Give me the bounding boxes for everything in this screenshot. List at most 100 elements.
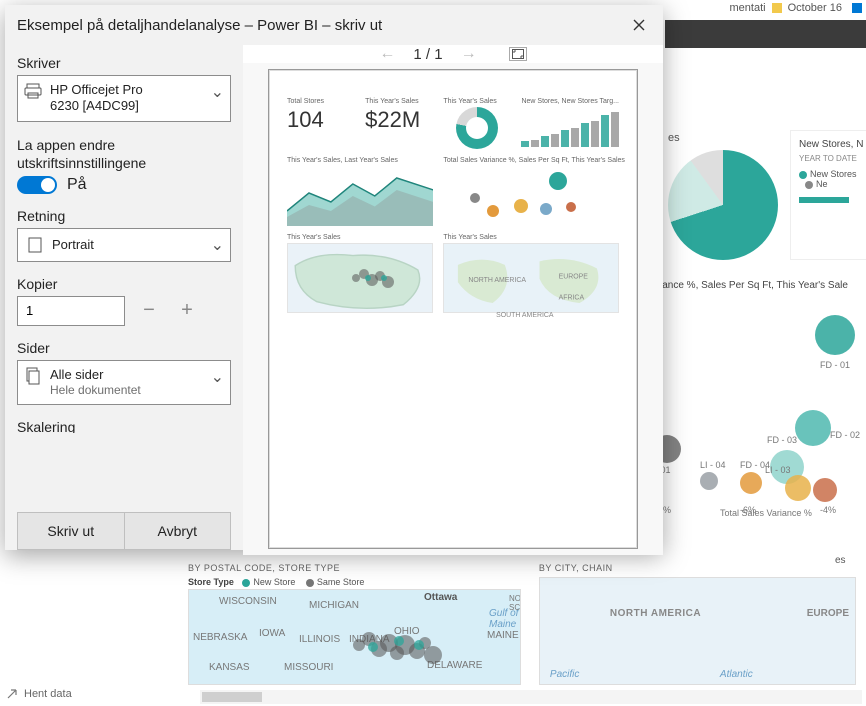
- prev-page-button[interactable]: ←: [379, 45, 395, 63]
- map-label: ILLINOIS: [299, 634, 340, 645]
- card-new-stores-subtitle: YEAR TO DATE: [799, 154, 866, 163]
- tile-area: This Year's Sales, Last Year's Sales: [287, 157, 433, 226]
- legend-item: New Store: [253, 577, 295, 587]
- fullscreen-button[interactable]: [509, 47, 527, 61]
- preview-stage[interactable]: Total Stores 104 This Year's Sales $22M …: [243, 63, 663, 555]
- tile-map-left: This Year's Sales: [287, 234, 433, 313]
- tile-new-stores-target: New Stores, New Stores Targ...: [521, 98, 619, 149]
- horizontal-scrollbar[interactable]: [200, 690, 862, 704]
- printer-name-1: HP Officejet Pro: [50, 82, 203, 98]
- tile-title: This Year's Sales: [365, 98, 433, 105]
- section-pages: Sider Alle sider Hele dokumentet ⌄: [17, 340, 231, 405]
- map-city-chain[interactable]: NORTH AMERICA EUROPE Pacific Atlantic: [539, 577, 856, 685]
- svg-text:EUROPE: EUROPE: [559, 274, 589, 281]
- fullscreen-icon: [512, 49, 524, 59]
- pages-value-2: Hele dokumentet: [50, 383, 203, 398]
- print-button[interactable]: Skriv ut: [17, 512, 125, 550]
- tile-total-stores: Total Stores 104: [287, 98, 355, 149]
- bubble-label: LI - 03: [765, 465, 791, 475]
- mini-scatter: [443, 166, 619, 226]
- section-scaling-cutoff: Skalering: [17, 419, 231, 433]
- report-bottom-row: es BY POSTAL CODE, STORE TYPE Store Type…: [170, 555, 866, 685]
- pages-value-1: Alle sider: [50, 367, 203, 383]
- donut-icon: [456, 107, 498, 149]
- legend-dot-icon: [306, 579, 314, 587]
- pages-label: Sider: [17, 340, 231, 356]
- mini-map-world: NORTH AMERICA SOUTH AMERICA EUROPE AFRIC…: [443, 243, 619, 313]
- bubble-li03: [785, 475, 811, 501]
- tile-title: This Year's Sales, Last Year's Sales: [287, 157, 433, 164]
- card-new-stores[interactable]: New Stores, N YEAR TO DATE New Stores Ne: [790, 130, 866, 260]
- tile-title: Total Stores: [287, 98, 355, 105]
- printer-label: Skriver: [17, 55, 231, 71]
- legend-dot-icon: [799, 171, 807, 179]
- printer-select[interactable]: HP Officejet Pro 6230 [A4DC99] ⌄: [17, 75, 231, 122]
- dialog-button-row: Skriv ut Avbryt: [17, 512, 231, 550]
- bubble-fd01: [815, 315, 855, 355]
- card-es-fragment-label: es: [668, 132, 680, 144]
- map-label: MAINE: [487, 630, 519, 641]
- let-app-toggle[interactable]: [17, 176, 57, 194]
- tile-title: Total Sales Variance %, Sales Per Sq Ft,…: [443, 157, 619, 164]
- bubble-chart[interactable]: FD - 01 FD - 02 FD - 03 FD - 04 LI - 01 …: [645, 310, 865, 520]
- map-label: Pacific: [550, 669, 579, 680]
- mini-area-chart: [287, 166, 433, 226]
- let-app-label-2: utskriftsinnstillingene: [17, 154, 231, 172]
- orientation-select[interactable]: Portrait ⌄: [17, 228, 231, 262]
- dialog-titlebar: Eksempel på detaljhandelanalyse – Power …: [5, 5, 663, 45]
- legend-dot-icon: [242, 579, 250, 587]
- bubble-title-fragment: iance %, Sales Per Sq Ft, This Year's Sa…: [660, 280, 848, 291]
- page-portrait-icon: [26, 237, 44, 253]
- tile-title: New Stores, New Stores Targ...: [521, 98, 619, 105]
- preview-toolbar: ← 1 / 1 →: [243, 45, 663, 63]
- map-label: NEBRASKA: [193, 632, 247, 643]
- pages-select[interactable]: Alle sider Hele dokumentet ⌄: [17, 360, 231, 405]
- tile-this-years-sales: This Year's Sales $22M: [365, 98, 433, 149]
- copies-label: Kopier: [17, 276, 231, 292]
- close-icon: [633, 19, 645, 31]
- section-orientation: Retning Portrait ⌄: [17, 208, 231, 262]
- kpi-value: $22M: [365, 107, 433, 133]
- map-postal-code[interactable]: WISCONSIN MICHIGAN NEBRASKA IOWA ILLINOI…: [188, 589, 521, 685]
- svg-text:SOUTH AMERICA: SOUTH AMERICA: [496, 312, 554, 319]
- chevron-down-icon: ⌄: [211, 82, 224, 102]
- x-tick: -4%: [820, 505, 836, 515]
- pages-icon: [24, 367, 42, 385]
- bubble-label: LI - 04: [700, 460, 726, 470]
- map-label: Ottawa: [424, 592, 457, 603]
- pie-es-fragment: [668, 150, 778, 260]
- close-button[interactable]: [623, 9, 655, 41]
- ribbon-fragment: [665, 20, 866, 48]
- get-data-link[interactable]: Hent data: [6, 688, 72, 700]
- favicon-weather-icon: [772, 3, 782, 13]
- orientation-label: Retning: [17, 208, 231, 224]
- bar-new-stores: [799, 197, 849, 203]
- print-settings-panel: Skriver HP Officejet Pro 6230 [A4DC99] ⌄…: [5, 45, 243, 550]
- svg-text:AFRICA: AFRICA: [559, 295, 585, 302]
- bubble-extra: [813, 478, 837, 502]
- copies-decrement[interactable]: −: [135, 297, 163, 325]
- mini-map-us: [287, 243, 433, 313]
- card-new-stores-legend: New Stores Ne: [799, 169, 866, 189]
- copies-input[interactable]: [17, 296, 125, 326]
- legend-ne: Ne: [816, 179, 828, 189]
- external-link-icon: [6, 688, 18, 700]
- map-label: NORTH AMERICA: [610, 608, 701, 619]
- next-page-button[interactable]: →: [461, 45, 477, 63]
- copies-increment[interactable]: +: [173, 297, 201, 325]
- bubble-fd02: [795, 410, 831, 446]
- bubble-label: FD - 03: [767, 435, 797, 445]
- bubble-fd04: [740, 472, 762, 494]
- tab-fragment-left: mentati: [730, 2, 766, 14]
- bottom-es-fragment: es: [835, 555, 846, 566]
- section-printer: Skriver HP Officejet Pro 6230 [A4DC99] ⌄: [17, 55, 231, 122]
- scrollbar-thumb[interactable]: [202, 692, 262, 702]
- tile-title: This Year's Sales: [443, 234, 619, 241]
- cancel-button[interactable]: Avbryt: [125, 512, 232, 550]
- map-label: Atlantic: [720, 669, 753, 680]
- map-label: KANSAS: [209, 662, 250, 673]
- bubble-li04: [700, 472, 718, 490]
- map-label: IOWA: [259, 628, 285, 639]
- map-label: MICHIGAN: [309, 600, 359, 611]
- kpi-value: 104: [287, 107, 355, 133]
